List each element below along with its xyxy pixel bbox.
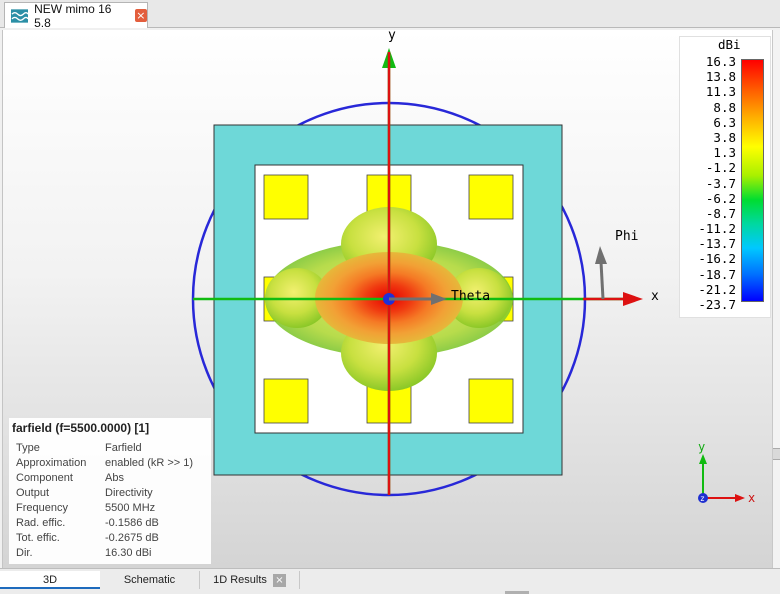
legend-tick: -11.2 bbox=[698, 221, 736, 237]
patch-antenna bbox=[468, 378, 514, 424]
patch-antenna bbox=[263, 378, 309, 424]
legend-tick: -21.2 bbox=[698, 281, 736, 297]
app-logo-icon bbox=[11, 8, 29, 23]
legend-tick-list: 16.3 13.8 11.3 8.8 6.3 3.8 1.3 -1.2 -3.7… bbox=[680, 54, 736, 312]
triad-y-label: y bbox=[698, 440, 705, 454]
info-panel-title: farfield (f=5500.0000) [1] bbox=[12, 421, 150, 435]
legend-tick: 8.8 bbox=[713, 99, 736, 115]
tab-1d-results-label: 1D Results bbox=[213, 574, 267, 586]
triad-y-arrow-icon bbox=[699, 454, 707, 464]
triad-x-arrow-icon bbox=[735, 494, 745, 502]
x-axis-label: x bbox=[651, 289, 659, 304]
y-axis-label: y bbox=[388, 30, 396, 43]
document-tab[interactable]: NEW mimo 16 5.8 × bbox=[4, 1, 148, 30]
legend-tick: 1.3 bbox=[713, 145, 736, 161]
document-tab-title: NEW mimo 16 5.8 bbox=[34, 1, 112, 30]
legend-tick: 16.3 bbox=[705, 54, 736, 69]
legend-tick: -16.2 bbox=[698, 251, 736, 267]
tab-1d-results[interactable]: 1D Results × bbox=[200, 571, 300, 589]
tab-schematic[interactable]: Schematic bbox=[100, 571, 200, 589]
legend-tick: -8.7 bbox=[705, 205, 736, 221]
3d-viewport[interactable]: y x Theta Phi y x z dBi 16.3 13.8 11.3 8… bbox=[2, 30, 772, 568]
x-axis-arrow-icon bbox=[623, 292, 643, 306]
legend-tick: -18.7 bbox=[698, 266, 736, 282]
phi-label: Phi bbox=[615, 229, 638, 244]
legend-tick: -3.7 bbox=[705, 175, 736, 191]
theta-label: Theta bbox=[451, 289, 490, 304]
phi-arrow bbox=[599, 261, 605, 300]
legend-color-bar bbox=[741, 59, 764, 302]
orientation-triad: y x z bbox=[698, 440, 755, 505]
view-tab-bar: 3D Schematic 1D Results × bbox=[0, 568, 780, 594]
triad-z-label: z bbox=[700, 494, 705, 503]
right-scrollbar[interactable] bbox=[772, 30, 780, 568]
legend-tick: -23.7 bbox=[698, 297, 736, 312]
patch-antenna bbox=[263, 174, 309, 220]
tab-3d[interactable]: 3D bbox=[0, 571, 100, 589]
close-tab-icon[interactable]: × bbox=[272, 573, 286, 587]
legend-tick: -13.7 bbox=[698, 236, 736, 252]
legend-tick: -1.2 bbox=[705, 160, 736, 176]
legend-tick: 13.8 bbox=[705, 69, 736, 85]
legend-tick: -6.2 bbox=[705, 190, 736, 206]
legend-tick: 11.3 bbox=[705, 84, 736, 100]
phi-arrow-icon bbox=[595, 246, 607, 264]
farfield-info-panel: farfield (f=5500.0000) [1] Type Farfield … bbox=[9, 418, 211, 564]
color-legend: dBi 16.3 13.8 11.3 8.8 6.3 3.8 1.3 -1.2 … bbox=[679, 36, 771, 318]
legend-unit: dBi bbox=[718, 37, 741, 52]
patch-antenna bbox=[468, 174, 514, 220]
scrollbar-grip[interactable] bbox=[773, 448, 780, 460]
legend-tick: 3.8 bbox=[713, 129, 736, 145]
close-tab-icon[interactable]: × bbox=[134, 9, 147, 22]
document-tab-bar: NEW mimo 16 5.8 × bbox=[0, 0, 780, 30]
triad-x-label: x bbox=[748, 491, 755, 505]
legend-tick: 6.3 bbox=[713, 114, 736, 130]
